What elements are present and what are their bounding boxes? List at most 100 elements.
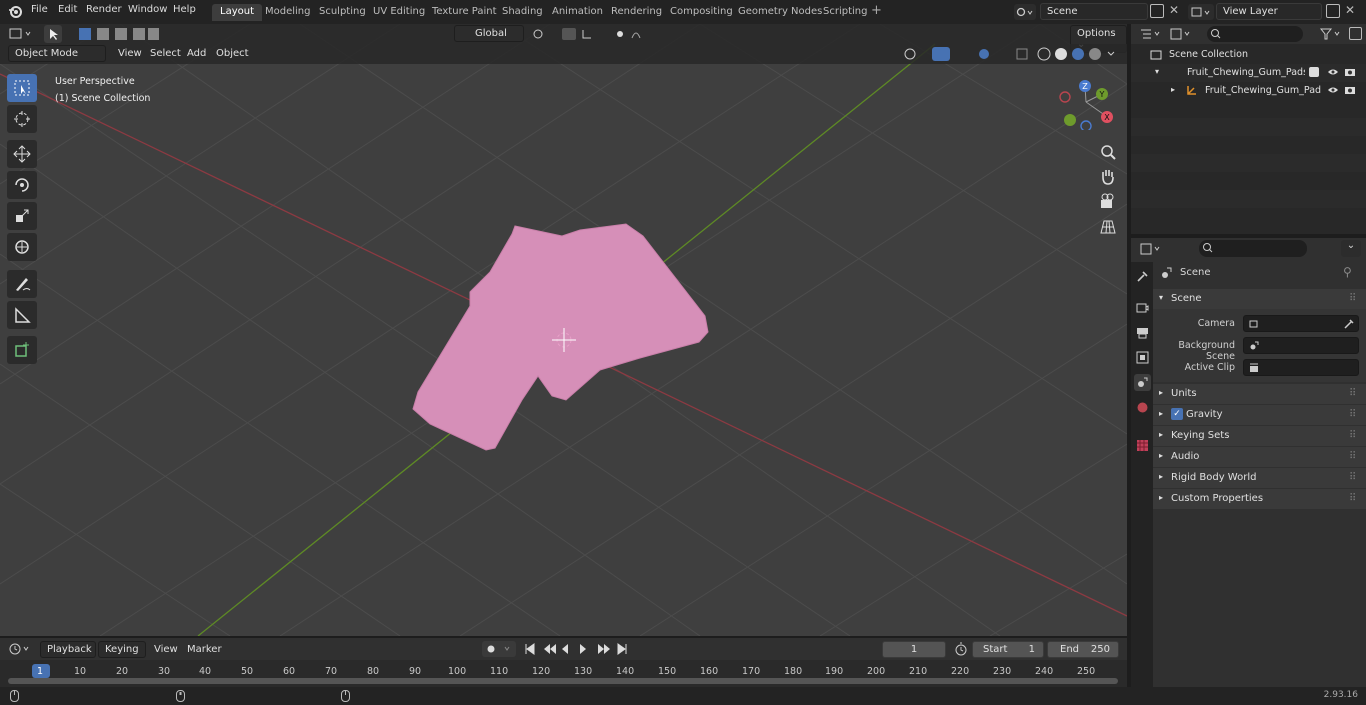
drag-handle-icon[interactable]: ⠿	[1349, 409, 1356, 420]
menu-file[interactable]: File	[31, 4, 48, 15]
properties-editor-type-icon[interactable]	[1139, 242, 1165, 256]
timeline-menu-marker[interactable]: Marker	[187, 644, 222, 655]
transform-orientation-dropdown[interactable]: Global	[454, 25, 524, 42]
tool-rotate[interactable]	[7, 171, 37, 199]
audio-panel[interactable]: ▸ Audio ⠿	[1153, 447, 1366, 467]
add-workspace-icon[interactable]: +	[871, 3, 882, 18]
playback-menu[interactable]: Playback	[40, 641, 96, 658]
scene-name-field[interactable]: Scene	[1040, 3, 1148, 20]
visibility-eye-icon[interactable]	[1327, 84, 1339, 96]
scene-panel-header[interactable]: ▾ Scene ⠿	[1153, 289, 1366, 309]
tab-compositing[interactable]: Compositing	[662, 4, 741, 21]
tab-rendering[interactable]: Rendering	[603, 4, 670, 21]
tab-view-layer-icon[interactable]	[1134, 349, 1151, 366]
drag-handle-icon[interactable]: ⠿	[1349, 388, 1356, 399]
chewing-gum-mesh[interactable]	[412, 223, 709, 451]
new-scene-icon[interactable]	[1150, 4, 1164, 18]
properties-search-input[interactable]	[1199, 240, 1307, 257]
viewport-menu-add[interactable]: Add	[187, 48, 206, 59]
outliner-row-collection[interactable]: ▾ Fruit_Chewing_Gum_Pads_Pu	[1131, 64, 1366, 82]
object-mode-dropdown[interactable]: Object Mode	[8, 45, 106, 62]
playback-controls[interactable]	[522, 641, 630, 657]
drag-handle-icon[interactable]: ⠿	[1349, 293, 1356, 304]
menu-edit[interactable]: Edit	[58, 4, 77, 15]
gravity-checkbox[interactable]: ✓	[1171, 408, 1183, 420]
new-collection-icon[interactable]	[1349, 27, 1362, 40]
tool-transform[interactable]	[7, 233, 37, 261]
editor-type-icon[interactable]	[8, 27, 36, 41]
current-frame-field[interactable]: 1	[882, 641, 946, 658]
tool-select-box[interactable]	[7, 74, 37, 102]
outliner-search-input[interactable]	[1207, 26, 1303, 42]
tab-modeling[interactable]: Modeling	[257, 4, 319, 21]
tab-texture-paint[interactable]: Texture Paint	[424, 4, 505, 21]
eyedropper-icon[interactable]	[1343, 318, 1355, 330]
rigid-body-world-panel[interactable]: ▸ Rigid Body World ⠿	[1153, 468, 1366, 488]
display-mode-icon[interactable]	[1169, 27, 1195, 41]
viewport-shading-icons[interactable]	[902, 46, 1120, 62]
stopwatch-icon[interactable]	[954, 642, 968, 656]
menu-render[interactable]: Render	[86, 4, 122, 15]
blender-logo-icon[interactable]	[8, 4, 22, 18]
ortho-grid-icon[interactable]	[1098, 218, 1118, 236]
tool-add-cube[interactable]	[7, 336, 37, 364]
timeline-scrollbar[interactable]	[8, 678, 1118, 684]
tab-texture-icon[interactable]	[1134, 437, 1151, 454]
render-camera-icon[interactable]	[1344, 66, 1356, 78]
viewport-menu-view[interactable]: View	[118, 48, 142, 59]
viewport-canvas[interactable]	[0, 24, 1127, 636]
active-clip-field[interactable]	[1243, 359, 1359, 376]
scene-browse-icon[interactable]	[1014, 4, 1036, 20]
menu-window[interactable]: Window	[128, 4, 167, 15]
render-camera-icon[interactable]	[1344, 84, 1356, 96]
navigation-gizmo[interactable]: X Y Z	[1056, 78, 1118, 130]
new-view-layer-icon[interactable]	[1326, 4, 1340, 18]
tab-layout[interactable]: Layout	[212, 4, 262, 21]
outliner-row-object[interactable]: ▸ Fruit_Chewing_Gum_Pad	[1131, 82, 1366, 100]
drag-handle-icon[interactable]: ⠿	[1349, 472, 1356, 483]
tab-render-icon[interactable]	[1134, 299, 1151, 316]
units-panel[interactable]: ▸ Units ⠿	[1153, 384, 1366, 404]
drag-handle-icon[interactable]: ⠿	[1349, 451, 1356, 462]
record-button[interactable]	[482, 641, 516, 657]
drag-handle-icon[interactable]: ⠿	[1349, 430, 1356, 441]
visibility-eye-icon[interactable]	[1327, 66, 1339, 78]
camera-field[interactable]	[1243, 315, 1359, 332]
viewport-menu-select[interactable]: Select	[150, 48, 181, 59]
properties-options-icon[interactable]: ⌄	[1341, 240, 1361, 257]
tab-world-icon[interactable]	[1134, 399, 1151, 416]
keying-sets-panel[interactable]: ▸ Keying Sets ⠿	[1153, 426, 1366, 446]
start-frame-field[interactable]: Start 1	[972, 641, 1044, 658]
tool-scale[interactable]	[7, 202, 37, 230]
collection-checkbox-icon[interactable]	[1309, 67, 1319, 77]
outliner-row-scene-collection[interactable]: Scene Collection	[1131, 46, 1366, 64]
delete-view-layer-icon[interactable]: ✕	[1345, 3, 1355, 17]
viewport-menu-object[interactable]: Object	[216, 48, 249, 59]
tool-measure[interactable]	[7, 301, 37, 329]
tab-shading[interactable]: Shading	[494, 4, 551, 21]
gravity-panel[interactable]: ▸ ✓ Gravity ⠿	[1153, 405, 1366, 425]
filter-icon[interactable]	[1319, 27, 1343, 41]
camera-view-icon[interactable]	[1098, 193, 1118, 211]
outliner-editor-type-icon[interactable]	[1139, 27, 1165, 41]
background-scene-field[interactable]	[1243, 337, 1359, 354]
selection-mode-icons[interactable]	[78, 27, 160, 41]
tab-scripting[interactable]: Scripting	[815, 4, 875, 21]
timeline-menu-view[interactable]: View	[154, 644, 178, 655]
pin-icon[interactable]: ⚲	[1343, 265, 1352, 279]
3d-viewport[interactable]	[0, 24, 1127, 636]
tool-move[interactable]	[7, 140, 37, 168]
snapping-icons[interactable]	[532, 27, 652, 41]
tab-scene-icon[interactable]	[1134, 374, 1151, 391]
expand-arrow-icon[interactable]: ▸	[1171, 85, 1175, 94]
pan-hand-icon[interactable]	[1098, 168, 1118, 186]
delete-scene-icon[interactable]: ✕	[1169, 3, 1179, 17]
tool-cursor[interactable]	[7, 105, 37, 133]
drag-handle-icon[interactable]: ⠿	[1349, 493, 1356, 504]
tab-animation[interactable]: Animation	[544, 4, 611, 21]
zoom-icon[interactable]	[1098, 143, 1118, 161]
custom-properties-panel[interactable]: ▸ Custom Properties ⠿	[1153, 489, 1366, 509]
menu-help[interactable]: Help	[173, 4, 196, 15]
timeline-editor-type-icon[interactable]	[8, 641, 34, 657]
tab-uv-editing[interactable]: UV Editing	[365, 4, 433, 21]
